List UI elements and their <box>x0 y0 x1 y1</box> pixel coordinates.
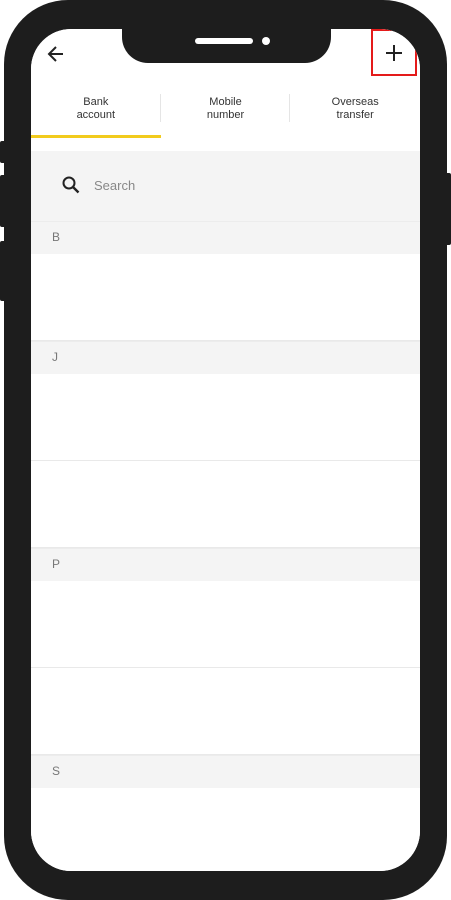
payee-list: Search B J P S <box>31 151 420 871</box>
section-header-s: S <box>31 755 420 788</box>
list-item[interactable] <box>31 374 420 461</box>
tab-label: Bank account <box>76 96 116 121</box>
section-header-j: J <box>31 341 420 374</box>
transfer-type-tabs: Bank account Mobile number Overseas tran… <box>31 80 420 138</box>
list-item[interactable] <box>31 461 420 548</box>
list-item[interactable] <box>31 668 420 755</box>
section-letter: B <box>52 230 61 244</box>
list-item[interactable] <box>31 254 420 341</box>
tab-label: Mobile number <box>206 96 245 121</box>
tab-overseas-transfer[interactable]: Overseas transfer <box>290 80 420 138</box>
section-header-p: P <box>31 548 420 581</box>
speaker-grille <box>195 38 253 44</box>
section-letter: P <box>52 557 61 571</box>
tab-mobile-number[interactable]: Mobile number <box>161 80 291 138</box>
search-icon <box>62 176 80 194</box>
section-letter: J <box>52 350 58 364</box>
plus-icon <box>386 44 402 61</box>
back-button[interactable] <box>41 39 71 69</box>
tab-label: Overseas transfer <box>331 96 379 121</box>
front-camera <box>262 37 270 45</box>
arrow-left-icon <box>47 46 63 62</box>
section-header-b: B <box>31 221 420 254</box>
tab-bank-account[interactable]: Bank account <box>31 80 161 138</box>
section-letter: S <box>52 764 61 778</box>
phone-screen: Bank account Mobile number Overseas tran… <box>31 29 420 871</box>
phone-notch <box>122 29 331 63</box>
search-input[interactable]: Search <box>94 178 135 193</box>
list-item[interactable] <box>31 788 420 871</box>
add-payee-button[interactable] <box>371 29 417 76</box>
search-bar[interactable]: Search <box>31 151 420 221</box>
list-item[interactable] <box>31 581 420 668</box>
